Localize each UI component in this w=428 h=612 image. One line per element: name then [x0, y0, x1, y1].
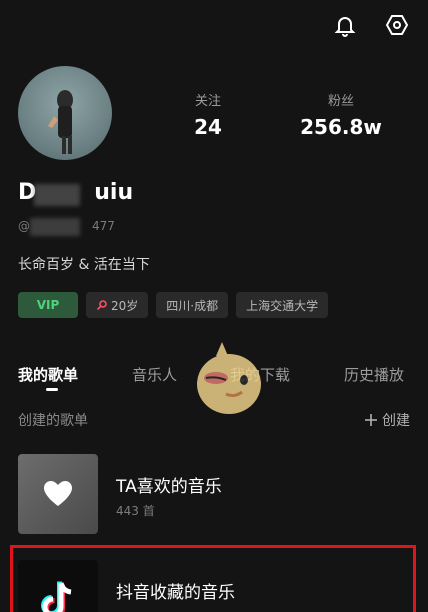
following-count: 24 — [194, 115, 222, 139]
tab-history[interactable]: 历史播放 — [344, 364, 404, 385]
female-icon — [96, 300, 107, 311]
fans-label: 粉丝 — [327, 94, 354, 109]
location-tag: 四川·成都 — [156, 292, 229, 318]
school-label: 上海交通大学 — [246, 298, 319, 313]
create-playlist-button[interactable]: 创建 — [364, 410, 410, 430]
bell-icon[interactable] — [332, 12, 358, 38]
gear-icon[interactable] — [384, 12, 410, 38]
age-tag: 20岁 — [86, 292, 149, 318]
school-tag: 上海交通大学 — [236, 292, 329, 318]
playlist-item[interactable]: TA喜欢的音乐 443 首 — [18, 454, 410, 534]
vip-label: VIP — [36, 298, 60, 312]
fans-count: 256.8w — [300, 115, 382, 139]
handle-prefix: @ — [18, 219, 30, 233]
plus-icon — [365, 414, 377, 426]
section-title: 创建的歌单 — [18, 413, 88, 429]
handle-suffix: 477 — [92, 219, 115, 233]
playlist-section-header: 创建的歌单 创建 — [18, 410, 410, 430]
fans-stat[interactable]: 粉丝 256.8w — [296, 90, 386, 139]
avatar[interactable] — [18, 66, 112, 160]
tab-musician[interactable]: 音乐人 — [132, 364, 177, 385]
vip-badge[interactable]: VIP — [18, 292, 78, 318]
playlist-count: 443 首 — [116, 504, 155, 518]
handle-redaction — [30, 218, 80, 236]
heart-icon — [44, 481, 72, 506]
highlight-box — [10, 545, 416, 612]
playlist-cover — [18, 454, 98, 534]
profile-tags: VIP 20岁 四川·成都 上海交通大学 — [18, 292, 329, 318]
profile-bio: 长命百岁 & 活在当下 — [18, 257, 150, 273]
create-label: 创建 — [382, 413, 410, 429]
active-tab-indicator — [46, 388, 58, 391]
age-label: 20岁 — [111, 298, 139, 313]
top-toolbar — [332, 12, 410, 38]
tab-my-playlists[interactable]: 我的歌单 — [18, 364, 78, 385]
following-stat[interactable]: 关注 24 — [186, 90, 230, 139]
location-label: 四川·成都 — [166, 298, 219, 313]
name-redaction — [34, 184, 80, 206]
playlist-title: TA喜欢的音乐 — [116, 477, 222, 497]
name-suffix: uiu — [94, 180, 134, 205]
following-label: 关注 — [194, 94, 221, 109]
